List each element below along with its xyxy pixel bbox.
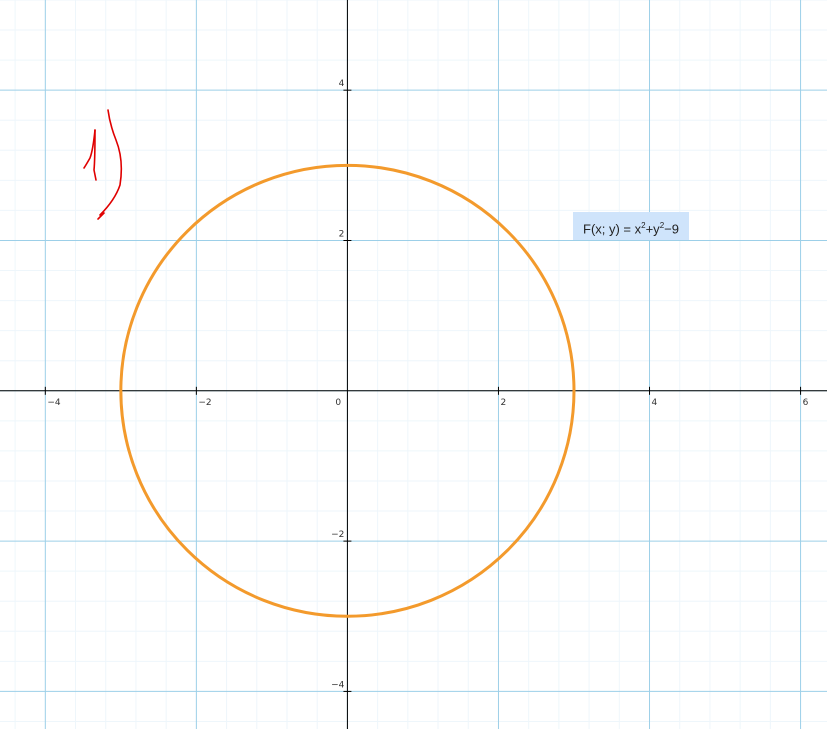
handwritten-ink-strokes (83, 109, 123, 220)
y-tick-label: −4 (331, 680, 345, 690)
axes (0, 0, 827, 729)
y-tick-label: 2 (339, 229, 345, 239)
ink-stroke-3 (93, 129, 97, 181)
x-tick-label: 2 (500, 398, 506, 408)
x-tick-label: −4 (47, 398, 61, 408)
y-tick-label: −2 (331, 530, 344, 540)
function-prefix: F(x; y) = x (583, 221, 642, 237)
function-suffix: −9 (664, 221, 679, 237)
function-mid: +y (645, 221, 660, 237)
ink-stroke-2 (83, 129, 96, 169)
function-label[interactable]: F(x; y) = x2+y2−9 (573, 212, 689, 240)
y-tick-label: 4 (339, 79, 345, 89)
coordinate-plane[interactable]: −4 −2 0 2 4 6 4 2 −2 −4 (0, 0, 827, 729)
tick-labels: −4 −2 0 2 4 6 4 2 −2 −4 (47, 79, 808, 690)
x-tick-label: 4 (652, 398, 658, 408)
x-tick-label: −2 (198, 398, 211, 408)
ink-stroke-1 (99, 109, 123, 216)
x-tick-label: 6 (803, 398, 809, 408)
major-grid (0, 0, 827, 729)
x-tick-label: 0 (335, 398, 341, 408)
graph-view[interactable]: −4 −2 0 2 4 6 4 2 −2 −4 F(x; y) = x2+y2−9 (0, 0, 827, 729)
minor-grid (0, 0, 827, 729)
